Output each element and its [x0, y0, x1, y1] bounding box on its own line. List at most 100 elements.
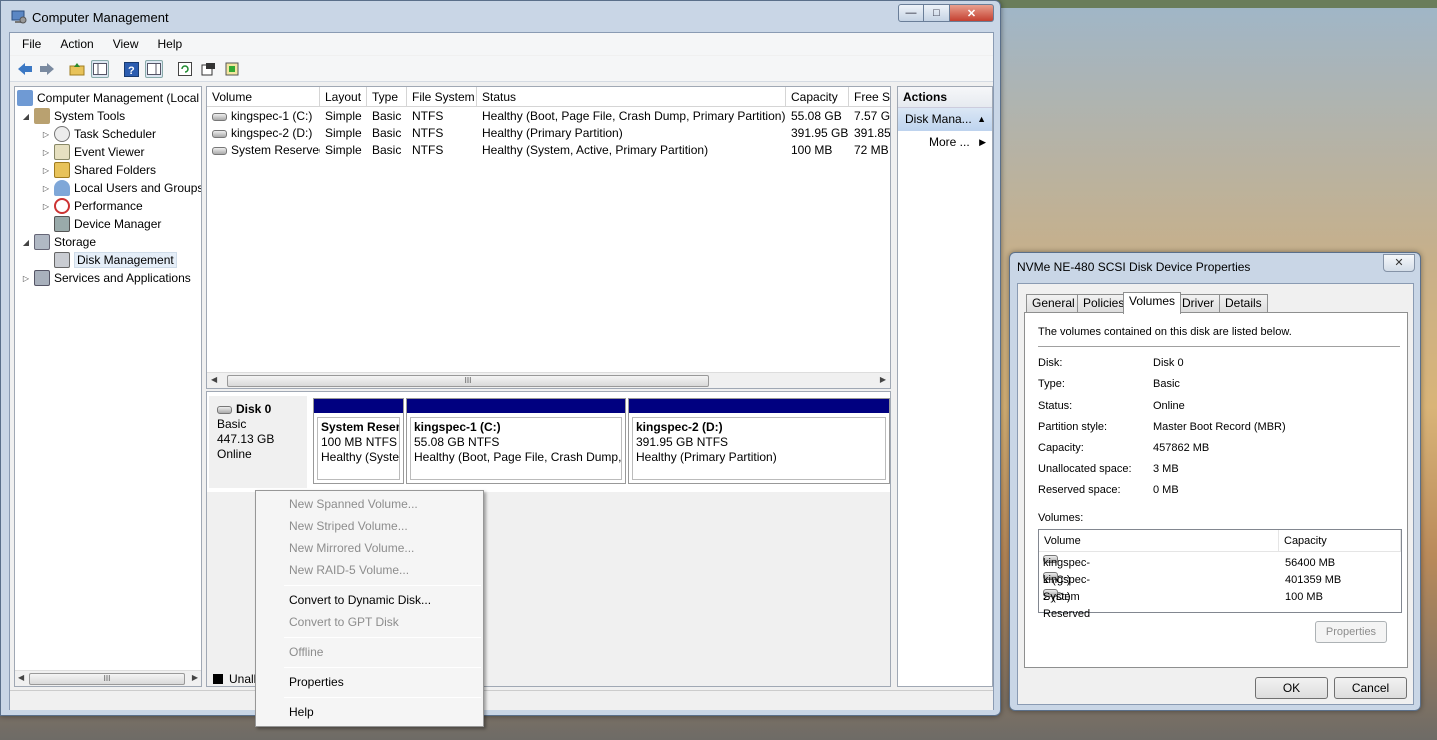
value-capacity: 457862 MB — [1153, 442, 1210, 454]
back-icon[interactable] — [16, 60, 34, 78]
show-hide-tree-icon[interactable] — [91, 60, 109, 78]
up-folder-icon[interactable] — [68, 60, 86, 78]
menu-item-properties[interactable]: Properties — [256, 672, 483, 692]
column-header-file-system[interactable]: File System — [407, 87, 477, 107]
collapse-arrow-icon[interactable]: ◢ — [21, 238, 31, 247]
maximize-button[interactable]: □ — [924, 4, 950, 22]
column-header-volume[interactable]: Volume — [1039, 530, 1279, 552]
scroll-left-icon[interactable]: ◀ — [18, 673, 24, 682]
table-row[interactable]: kingspec-2 (D:) Simple Basic NTFS Health… — [207, 125, 890, 142]
tab-details[interactable]: Details — [1219, 294, 1268, 313]
column-header-status[interactable]: Status — [477, 87, 786, 107]
list-item[interactable]: kingspec-1 (C:) 56400 MB — [1039, 555, 1401, 586]
expand-arrow-icon[interactable]: ▷ — [41, 202, 51, 211]
cell-capacity: 100 MB — [791, 143, 833, 157]
forward-icon[interactable] — [38, 60, 56, 78]
column-header-volume[interactable]: Volume — [207, 87, 320, 107]
export-icon[interactable] — [223, 60, 241, 78]
actions-disk-management[interactable]: Disk Mana... ▲ — [898, 108, 992, 131]
menu-item-help[interactable]: Help — [256, 702, 483, 722]
menu-separator — [284, 585, 481, 586]
table-row[interactable]: kingspec-1 (C:) Simple Basic NTFS Health… — [207, 108, 890, 125]
expand-arrow-icon[interactable]: ▷ — [41, 166, 51, 175]
cell-layout: Simple — [325, 126, 362, 140]
menu-help[interactable]: Help — [146, 37, 190, 51]
tree-horizontal-scrollbar[interactable]: ◀ III ▶ — [15, 670, 201, 686]
volume-list-horizontal-scrollbar[interactable]: ◀ III ▶ — [207, 372, 890, 388]
scroll-left-icon[interactable]: ◀ — [211, 375, 217, 384]
tree-item-disk-management[interactable]: Disk Management — [54, 251, 177, 269]
expand-arrow-icon[interactable]: ▷ — [41, 184, 51, 193]
close-button[interactable]: ✕ — [950, 4, 994, 22]
menu-item-offline[interactable]: Offline — [256, 642, 483, 662]
dialog-body: General Policies Volumes Driver Details … — [1017, 283, 1414, 705]
tree-item-task-scheduler[interactable]: ▷ Task Scheduler — [41, 125, 156, 143]
partition-system-reserved[interactable]: System Reser 100 MB NTFS Healthy (Syster — [313, 398, 404, 484]
tree-item-local-users-and-groups[interactable]: ▷ Local Users and Groups — [41, 179, 201, 197]
value-status: Online — [1153, 400, 1185, 412]
table-row[interactable]: System Reserved Simple Basic NTFS Health… — [207, 142, 890, 159]
value-disk: Disk 0 — [1153, 357, 1184, 369]
partition-bar — [314, 399, 403, 413]
tree-item-storage[interactable]: ◢ Storage — [21, 233, 96, 251]
refresh-icon[interactable] — [176, 60, 194, 78]
tab-general[interactable]: General — [1026, 294, 1081, 313]
disk-0-label[interactable]: Disk 0 Basic 447.13 GB Online — [209, 396, 307, 488]
cell-type: Basic — [372, 109, 402, 123]
properties-button[interactable]: Properties — [1315, 621, 1387, 643]
title-bar[interactable]: Computer Management — □ ✕ — [1, 1, 1000, 33]
help-icon[interactable]: ? — [122, 60, 140, 78]
column-header-free-space[interactable]: Free Sp — [849, 87, 890, 107]
menu-view[interactable]: View — [101, 37, 146, 51]
collapse-arrow-icon[interactable]: ◢ — [21, 112, 31, 121]
list-item[interactable]: kingspec-2 (D:) 401359 MB — [1039, 572, 1401, 603]
collapse-up-icon[interactable]: ▲ — [977, 108, 986, 131]
tree-item-system-tools[interactable]: ◢ System Tools — [21, 107, 125, 125]
menu-action[interactable]: Action — [48, 37, 100, 51]
tools-icon — [34, 108, 50, 124]
menu-item-new-striped-volume[interactable]: New Striped Volume... — [256, 516, 483, 536]
tree-item-computer-management[interactable]: Computer Management (Local — [17, 89, 199, 107]
scroll-right-icon[interactable]: ▶ — [880, 375, 886, 384]
tree-item-shared-folders[interactable]: ▷ Shared Folders — [41, 161, 156, 179]
tree-item-performance[interactable]: ▷ Performance — [41, 197, 143, 215]
console-tree: Computer Management (Local ◢ System Tool… — [14, 86, 202, 687]
ok-button[interactable]: OK — [1255, 677, 1328, 699]
menu-file[interactable]: File — [10, 37, 48, 51]
partition-kingspec-2[interactable]: kingspec-2 (D:) 391.95 GB NTFS Healthy (… — [628, 398, 890, 484]
scroll-thumb[interactable]: III — [227, 375, 709, 387]
expand-arrow-icon[interactable]: ▷ — [41, 148, 51, 157]
scroll-right-icon[interactable]: ▶ — [192, 673, 198, 682]
minimize-button[interactable]: — — [898, 4, 924, 22]
cancel-button[interactable]: Cancel — [1334, 677, 1407, 699]
scroll-thumb[interactable]: III — [29, 673, 185, 685]
disk-properties-dialog: NVMe NE-480 SCSI Disk Device Properties … — [1009, 252, 1421, 711]
menu-item-new-mirrored-volume[interactable]: New Mirrored Volume... — [256, 538, 483, 558]
tab-volumes[interactable]: Volumes — [1123, 292, 1182, 314]
details-pane-icon[interactable] — [145, 60, 163, 78]
column-header-type[interactable]: Type — [367, 87, 407, 107]
column-header-layout[interactable]: Layout — [320, 87, 367, 107]
menu-item-convert-to-dynamic-disk[interactable]: Convert to Dynamic Disk... — [256, 590, 483, 610]
column-header-capacity[interactable]: Capacity — [786, 87, 849, 107]
tree-item-event-viewer[interactable]: ▷ Event Viewer — [41, 143, 144, 161]
performance-icon — [54, 198, 70, 214]
column-header-capacity[interactable]: Capacity — [1279, 530, 1401, 552]
menu-bar: File Action View Help — [10, 33, 993, 55]
menu-item-new-spanned-volume[interactable]: New Spanned Volume... — [256, 494, 483, 514]
list-item[interactable]: System Reserved 100 MB — [1039, 589, 1401, 620]
expand-arrow-icon[interactable]: ▷ — [41, 130, 51, 139]
actions-more[interactable]: More ... ▶ — [898, 131, 992, 153]
expand-arrow-icon[interactable]: ▷ — [21, 274, 31, 283]
menu-item-convert-to-gpt-disk[interactable]: Convert to GPT Disk — [256, 612, 483, 632]
tree-item-device-manager[interactable]: Device Manager — [54, 215, 161, 233]
menu-item-new-raid5-volume[interactable]: New RAID-5 Volume... — [256, 560, 483, 580]
properties-icon[interactable] — [199, 60, 217, 78]
tab-driver[interactable]: Driver — [1176, 294, 1220, 313]
partition-name: kingspec-1 (C:) — [414, 420, 501, 434]
dialog-close-button[interactable]: ✕ — [1383, 254, 1415, 272]
tree-item-services-and-applications[interactable]: ▷ Services and Applications — [21, 269, 191, 287]
partition-kingspec-1[interactable]: kingspec-1 (C:) 55.08 GB NTFS Healthy (B… — [406, 398, 626, 484]
event-log-icon — [54, 144, 70, 160]
actions-pane: Actions Disk Mana... ▲ More ... ▶ — [897, 86, 993, 687]
